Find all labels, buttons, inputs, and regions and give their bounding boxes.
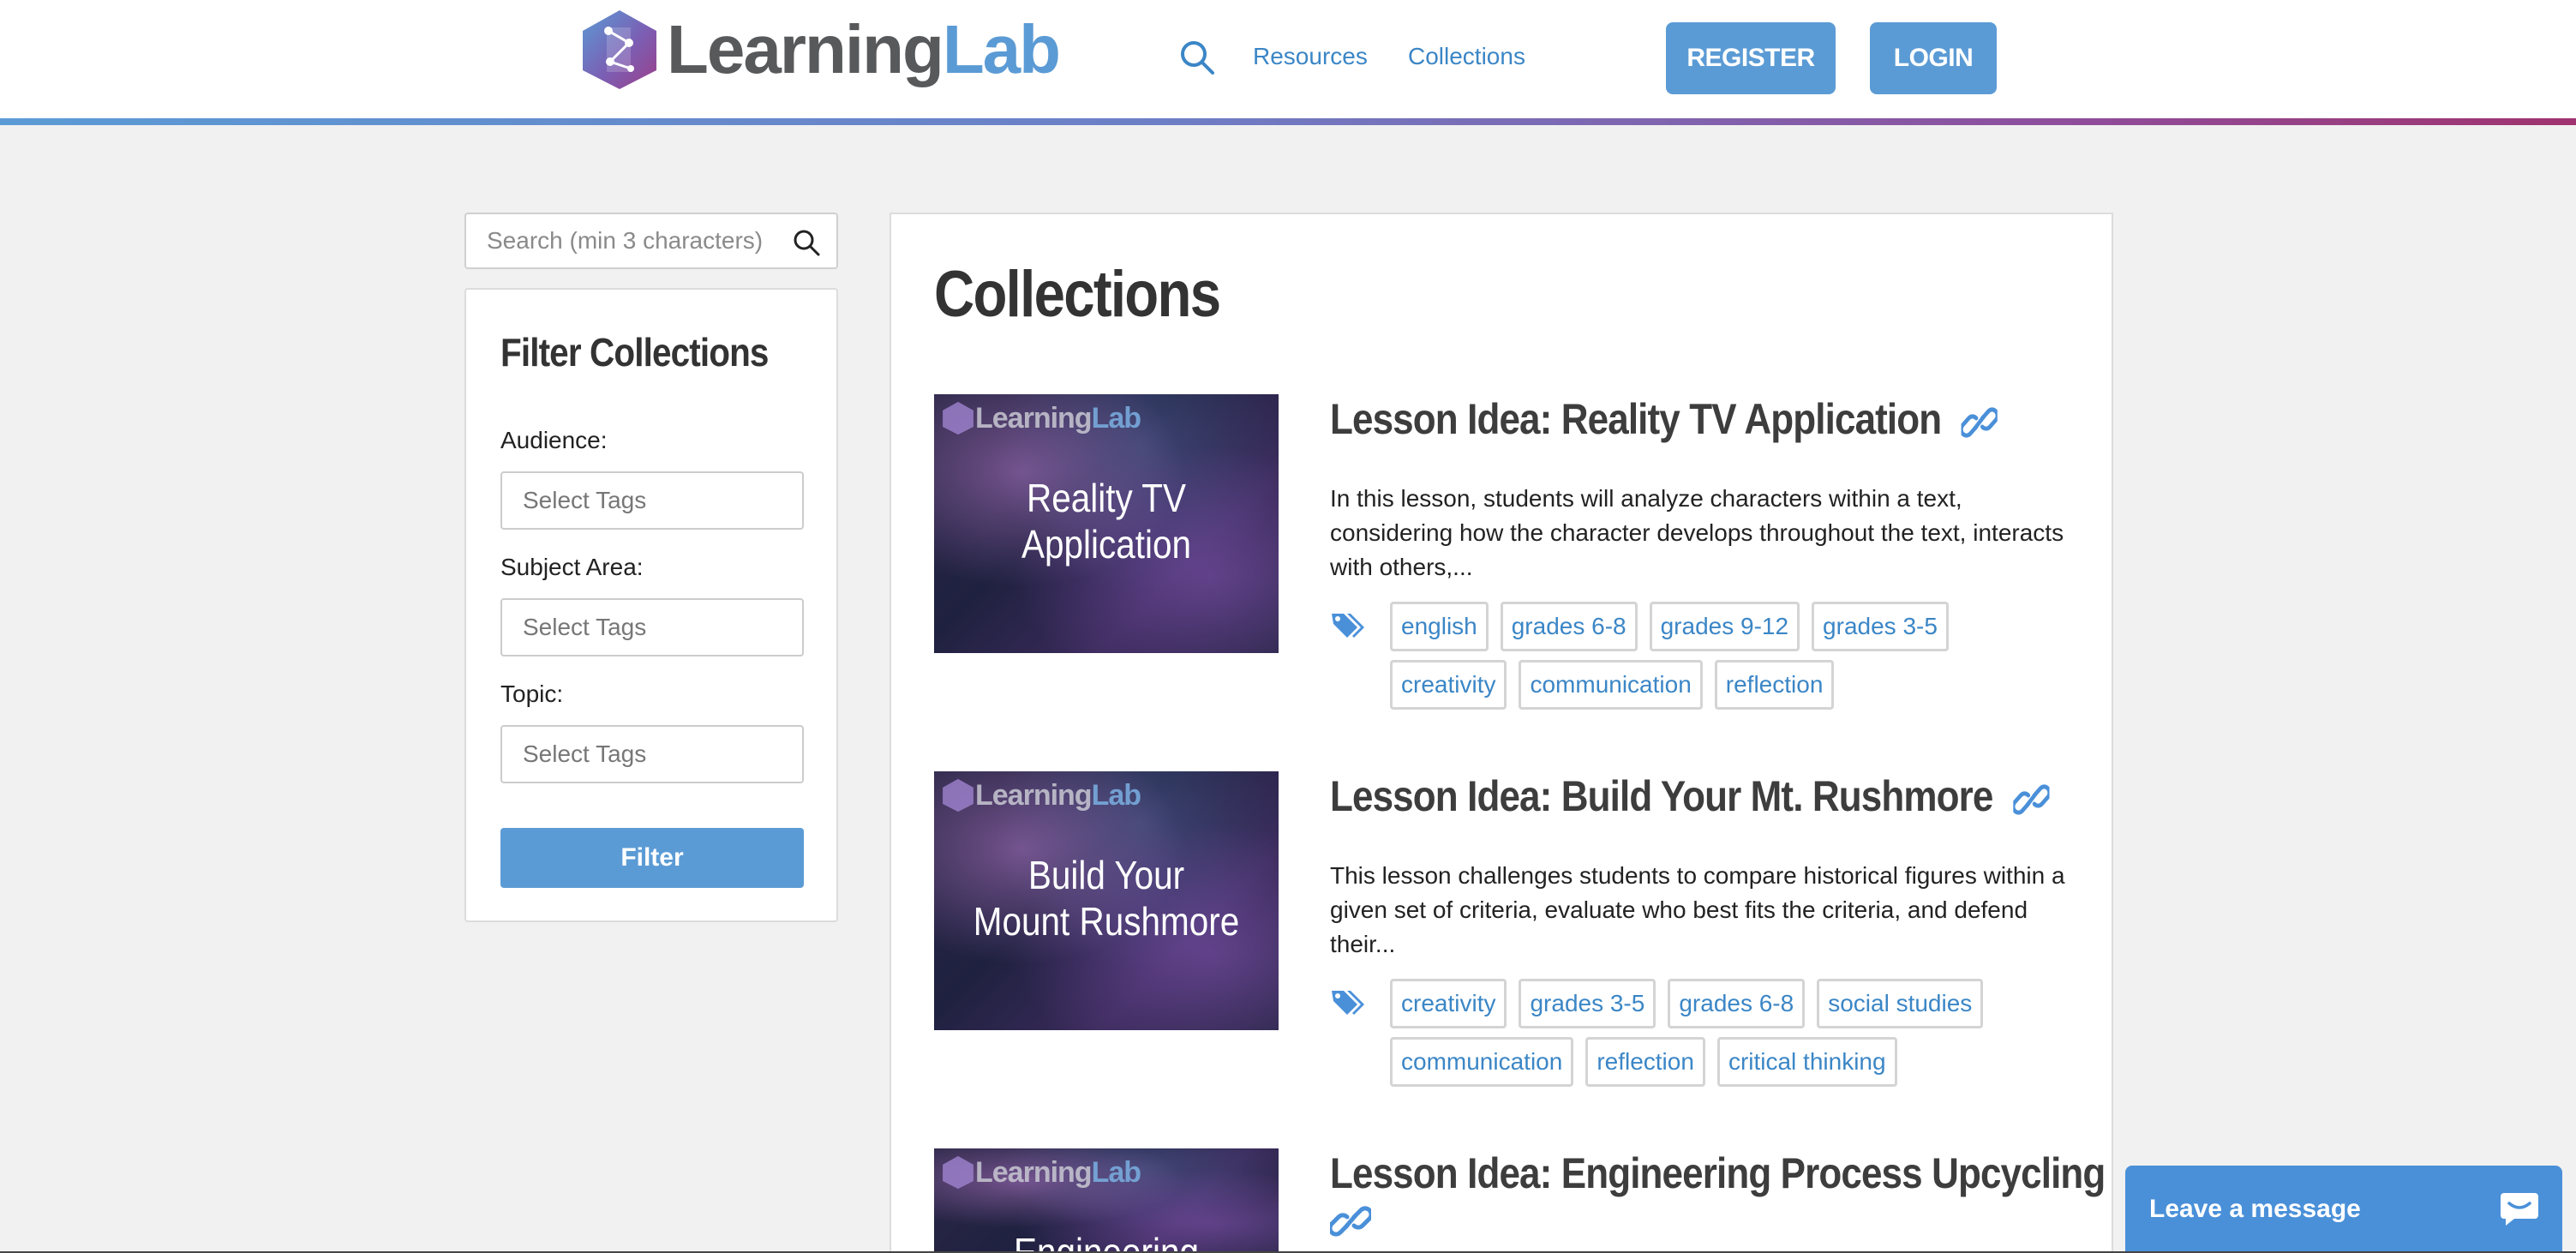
thumbnail-caption: Build Your Mount Rushmore (955, 852, 1258, 944)
tag-communication[interactable]: communication (1519, 660, 1703, 710)
chat-widget[interactable]: Leave a message (2125, 1166, 2562, 1253)
thumb-brand-lab: Lab (1091, 401, 1141, 435)
thumbnail-line: Reality TV (1027, 476, 1186, 520)
tag-grades-6-8[interactable]: grades 6-8 (1500, 602, 1638, 651)
search-icon[interactable] (792, 228, 821, 257)
collection-title-text[interactable]: Lesson Idea: Engineering Process Upcycli… (1330, 1149, 2106, 1197)
site-logo[interactable]: LearningLab (579, 7, 1061, 93)
tag-list: english grades 6-8 grades 9-12 grades 3-… (1390, 602, 2067, 710)
tag-social-studies[interactable]: social studies (1817, 979, 1984, 1028)
logo-hexagon-icon (943, 401, 973, 435)
tags-icon (1332, 614, 1364, 638)
audience-select[interactable]: Select Tags (500, 471, 804, 530)
subject-area-select[interactable]: Select Tags (500, 598, 804, 656)
link-icon[interactable] (2013, 782, 2050, 818)
tags-icon (1332, 991, 1364, 1015)
topic-select[interactable]: Select Tags (500, 725, 804, 783)
thumbnail-brand: Learning Lab (941, 778, 1141, 812)
audience-label: Audience: (500, 427, 608, 453)
collection-description: In this lesson, students will analyze ch… (1330, 485, 2064, 580)
thumbnail-line: Mount Rushmore (973, 899, 1240, 944)
collection-title-text[interactable]: Lesson Idea: Reality TV Application (1330, 395, 1942, 443)
link-icon[interactable] (1330, 1203, 1371, 1239)
thumbnail-caption: Reality TV Application (955, 475, 1258, 567)
tag-reflection[interactable]: reflection (1585, 1037, 1705, 1087)
tag-grades-9-12[interactable]: grades 9-12 (1649, 602, 1800, 651)
nav-resources[interactable]: Resources (1253, 43, 1368, 70)
logo-hexagon-icon (943, 1155, 973, 1190)
chat-bubble-icon[interactable] (2499, 1190, 2540, 1229)
collections-search-input[interactable] (466, 227, 783, 255)
collection-title[interactable]: Lesson Idea: Engineering Process Upcycli… (1330, 1148, 2106, 1198)
nav-collections[interactable]: Collections (1408, 43, 1525, 70)
page-title: Collections (934, 258, 1221, 331)
thumbnail-brand: Learning Lab (941, 401, 1141, 435)
header-gradient-bar (0, 118, 2576, 125)
thumbnail-line: Application (1021, 522, 1192, 567)
logo-hexagon-icon (943, 778, 973, 812)
collection-thumbnail[interactable]: Learning Lab Engineering (934, 1148, 1279, 1253)
subject-area-label: Subject Area: (500, 554, 644, 580)
thumb-brand-lab: Lab (1091, 778, 1141, 812)
register-button[interactable]: REGISTER (1666, 22, 1836, 94)
logo-text-learning: Learning (667, 11, 944, 87)
chat-label[interactable]: Leave a message (2149, 1195, 2361, 1224)
thumbnail-line: Engineering (1013, 1230, 1200, 1253)
thumbnail-line: Build Your (1027, 853, 1185, 897)
collections-main: Collections Learning Lab Reality TV Appli… (890, 213, 2113, 1253)
tag-communication[interactable]: communication (1390, 1037, 1574, 1087)
site-header: LearningLab Resources Collections REGIST… (0, 0, 2576, 118)
thumb-brand-learning: Learning (975, 1155, 1093, 1189)
filter-panel: Filter Collections Audience: Select Tags… (464, 288, 838, 922)
collections-search-box[interactable] (464, 213, 838, 269)
thumb-brand-learning: Learning (975, 778, 1093, 812)
collection-title[interactable]: Lesson Idea: Build Your Mt. Rushmore (1330, 771, 2050, 821)
thumbnail-brand: Learning Lab (941, 1155, 1141, 1190)
tag-reflection[interactable]: reflection (1714, 660, 1835, 710)
logo-hexagon-icon (583, 10, 656, 89)
login-button[interactable]: LOGIN (1870, 22, 1997, 94)
collection-description: This lesson challenges students to compa… (1330, 862, 2065, 957)
logo-wordmark: LearningLab (667, 15, 1061, 84)
tag-grades-6-8[interactable]: grades 6-8 (1668, 979, 1806, 1028)
collection-title[interactable]: Lesson Idea: Reality TV Application (1330, 394, 1998, 444)
collection-thumbnail[interactable]: Learning Lab Reality TV Application (934, 394, 1279, 653)
thumb-brand-learning: Learning (975, 401, 1093, 435)
filter-button[interactable]: Filter (500, 828, 804, 888)
tag-list: creativity grades 3-5 grades 6-8 social … (1390, 979, 2067, 1087)
tag-grades-3-5[interactable]: grades 3-5 (1812, 602, 1949, 651)
tag-english[interactable]: english (1390, 602, 1489, 651)
tag-creativity[interactable]: creativity (1390, 660, 1507, 710)
tag-critical-thinking[interactable]: critical thinking (1716, 1037, 1897, 1087)
thumb-brand-lab: Lab (1091, 1155, 1141, 1189)
tag-creativity[interactable]: creativity (1390, 979, 1507, 1028)
collection-thumbnail[interactable]: Learning Lab Build Your Mount Rushmore (934, 771, 1279, 1030)
link-icon[interactable] (1961, 405, 1998, 441)
filter-title: Filter Collections (500, 330, 769, 375)
tag-grades-3-5[interactable]: grades 3-5 (1519, 979, 1656, 1028)
logo-text-lab: Lab (942, 11, 1061, 87)
collection-title-text[interactable]: Lesson Idea: Build Your Mt. Rushmore (1330, 772, 1993, 820)
thumbnail-caption: Engineering (955, 1229, 1258, 1253)
topic-label: Topic: (500, 680, 564, 707)
search-icon[interactable] (1177, 38, 1217, 77)
